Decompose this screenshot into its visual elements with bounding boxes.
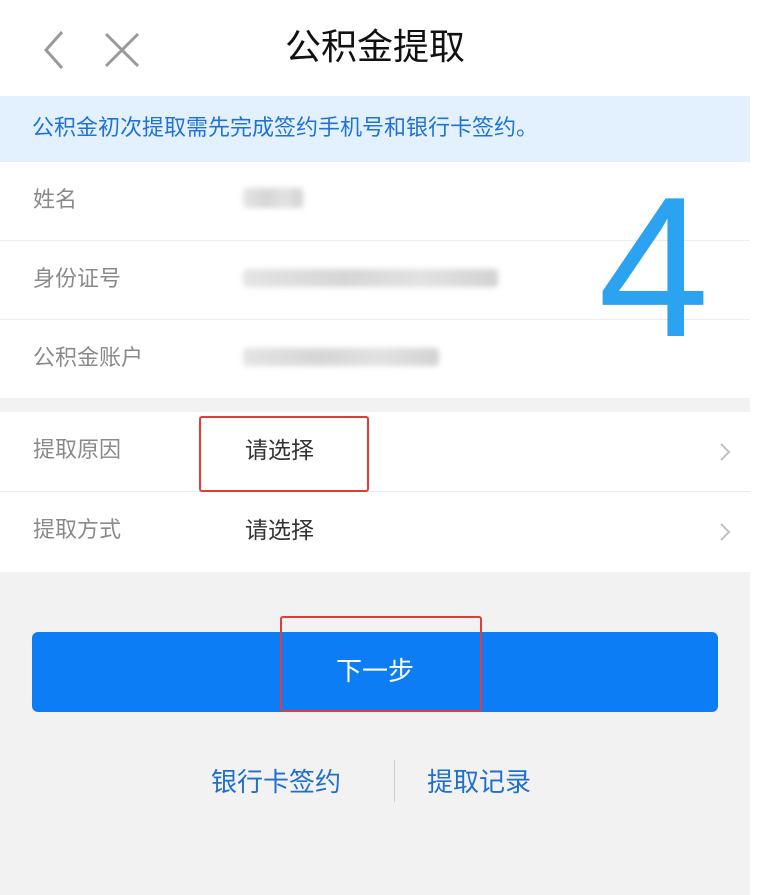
chevron-right-icon [720,443,731,461]
notice-banner: 公积金初次提取需先完成签约手机号和银行卡签约。 [0,96,750,162]
highlight-box-reason [199,416,369,492]
reason-label: 提取原因 [33,438,122,463]
step-number-overlay: 4 [598,156,710,379]
name-value-redacted [243,188,303,208]
app-screen: 公积金提取 公积金初次提取需先完成签约手机号和银行卡签约。 姓名 身份证号 公积… [0,0,750,895]
link-separator [394,760,395,802]
account-value-redacted [243,348,439,366]
withdraw-options-section: 提取原因 请选择 提取方式 请选择 [0,412,750,572]
highlight-box-next [280,616,482,712]
bank-card-sign-link[interactable]: 银行卡签约 [211,766,341,800]
method-row[interactable]: 提取方式 请选择 [0,492,750,571]
account-label: 公积金账户 [33,346,144,371]
name-label: 姓名 [33,188,78,213]
page-title: 公积金提取 [284,27,465,68]
nav-header: 公积金提取 [0,0,750,96]
method-select[interactable]: 请选择 [245,516,314,546]
id-label: 身份证号 [33,267,122,292]
reason-row[interactable]: 提取原因 请选择 [0,412,750,491]
edge-strip [750,0,763,895]
withdraw-record-link[interactable]: 提取记录 [427,766,531,800]
chevron-right-icon [720,523,731,541]
notice-text: 公积金初次提取需先完成签约手机号和银行卡签约。 [32,116,539,141]
id-value-redacted [243,269,498,287]
method-label: 提取方式 [33,518,122,543]
